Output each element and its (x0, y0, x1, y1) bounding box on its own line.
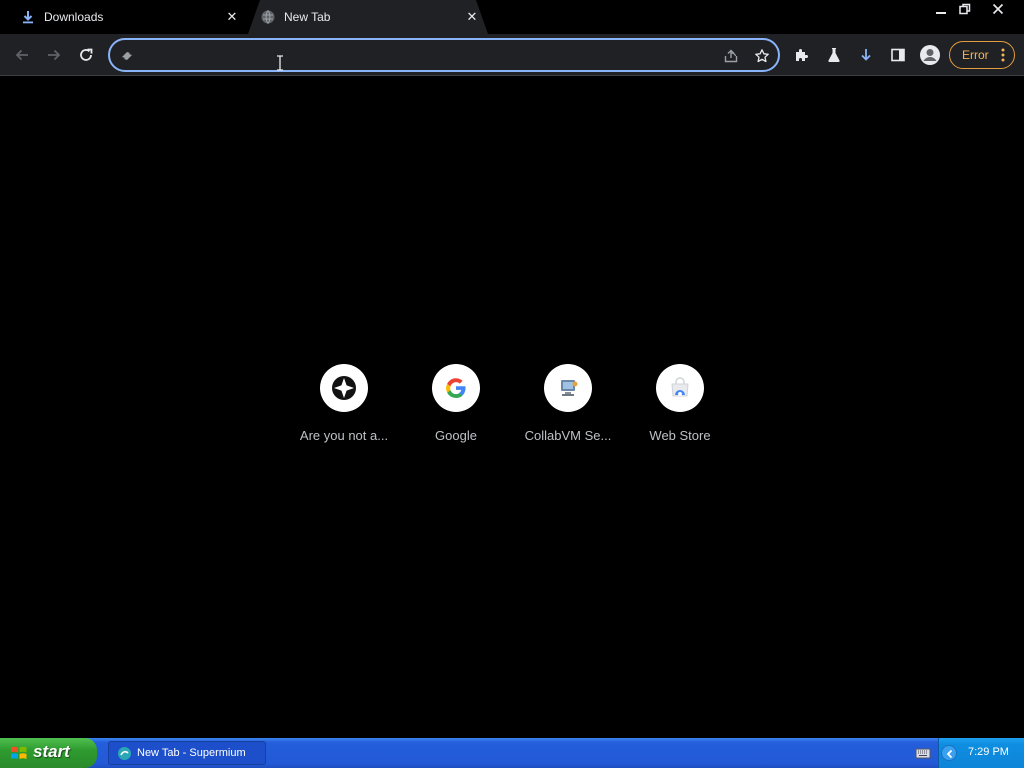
collabvm-icon (544, 364, 592, 412)
close-tab-icon[interactable]: ✕ (464, 9, 480, 25)
restore-icon[interactable] (954, 0, 976, 18)
search-engine-icon (118, 47, 136, 65)
browser-toolbar: Error (0, 34, 1024, 76)
side-panel-icon[interactable] (885, 42, 911, 68)
shortcut-label: Web Store (649, 428, 711, 443)
shortcut-tile[interactable]: Google (400, 362, 512, 452)
webstore-icon (656, 364, 704, 412)
close-tab-icon[interactable]: ✕ (224, 9, 240, 25)
desktop-screen: Downloads ✕ New Tab ✕ Error Are you not … (0, 0, 1024, 768)
shortcut-tile[interactable]: Are you not a... (288, 362, 400, 452)
download-icon (20, 9, 36, 25)
bookmark-star-icon[interactable] (753, 47, 771, 65)
shortcut-tile[interactable]: Web Store (624, 362, 736, 452)
error-label: Error (962, 48, 989, 62)
text-cursor-icon (276, 55, 284, 71)
keyboard-icon[interactable] (915, 746, 931, 760)
shortcut-label: CollabVM Se... (524, 428, 612, 443)
omnibox-input[interactable] (144, 46, 704, 66)
tab-title: New Tab (284, 10, 331, 24)
tab-new-tab[interactable]: New Tab ✕ (248, 0, 488, 34)
tab-downloads[interactable]: Downloads ✕ (0, 0, 248, 34)
start-label: start (33, 742, 70, 761)
taskbar-window-button[interactable]: New Tab - Supermium (108, 741, 266, 765)
supermium-icon (117, 746, 132, 761)
start-button[interactable]: start (0, 738, 97, 768)
reload-icon[interactable] (73, 42, 99, 68)
close-icon[interactable] (987, 0, 1009, 18)
download-arrow-icon[interactable] (853, 42, 879, 68)
extensions-puzzle-icon[interactable] (789, 42, 815, 68)
flask-labs-icon[interactable] (821, 42, 847, 68)
clock: 7:29 PM (968, 746, 1009, 758)
profile-error-button[interactable]: Error (949, 41, 1015, 69)
windows-logo-icon (10, 744, 28, 762)
avatar-icon[interactable] (917, 42, 943, 68)
google-g-icon (432, 364, 480, 412)
menu-dots-icon (1000, 47, 1006, 63)
share-icon[interactable] (722, 47, 740, 65)
shortcut-label: Are you not a... (299, 428, 389, 443)
shortcut-label: Google (435, 428, 477, 443)
minimize-icon[interactable] (930, 0, 952, 18)
tray-expand-arrow-icon[interactable] (941, 745, 957, 761)
forward-arrow-icon[interactable] (41, 42, 67, 68)
back-arrow-icon[interactable] (9, 42, 35, 68)
address-bar[interactable] (108, 38, 780, 72)
taskbar-window-label: New Tab - Supermium (137, 747, 246, 759)
compass-icon (320, 364, 368, 412)
tab-title: Downloads (44, 10, 104, 24)
shortcut-tile[interactable]: CollabVM Se... (512, 362, 624, 452)
taskbar: start New Tab - Supermium 7:29 PM (0, 738, 1024, 768)
tab-strip: Downloads ✕ New Tab ✕ (0, 0, 1024, 34)
globe-icon (260, 9, 276, 25)
